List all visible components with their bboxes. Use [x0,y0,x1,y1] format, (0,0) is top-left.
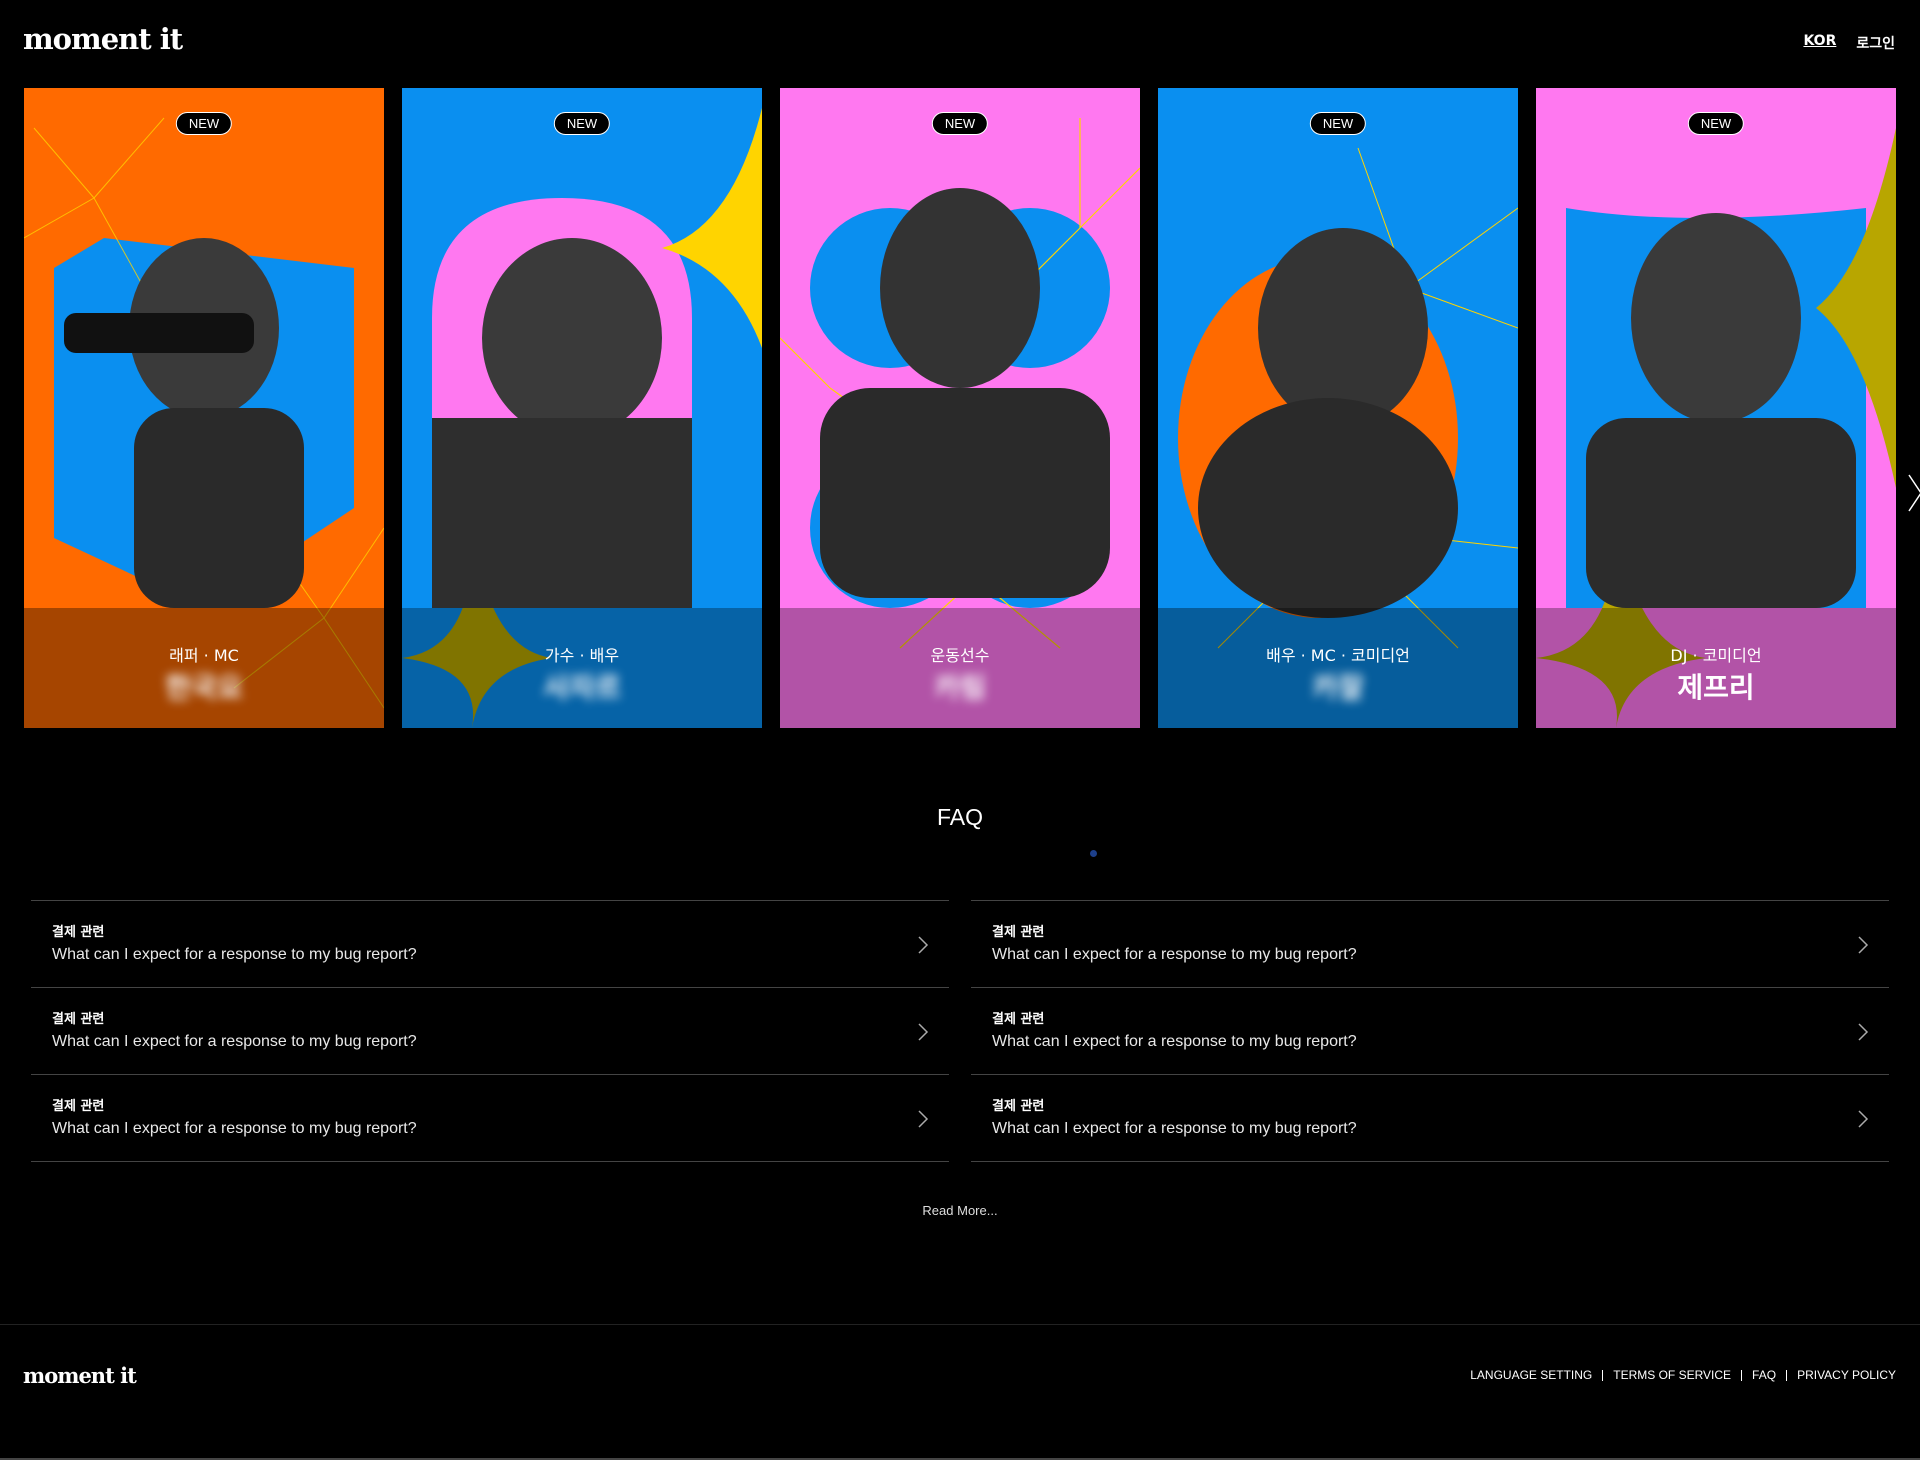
faq-question: What can I expect for a response to my b… [992,946,1357,963]
card-name: 한국요 [165,671,243,704]
card-artwork [1536,88,1896,728]
faq-category: 결제 관련 [992,1012,1045,1027]
card-artwork [1158,88,1518,728]
faq-category: 결제 관련 [52,1012,105,1027]
footer-separator [1786,1369,1788,1381]
faq-category: 결제 관련 [992,925,1045,940]
faq-question: What can I expect for a response to my b… [52,946,417,963]
celebrity-card[interactable]: NEW DJ · 코미디언 제프리 [1536,88,1896,728]
card-name: 사자르 [543,671,621,704]
chevron-right-icon [1858,1023,1869,1041]
card-artwork [402,88,762,728]
terms-of-service-link[interactable]: TERMS OF SERVICE [1613,1368,1731,1382]
faq-question: What can I expect for a response to my b… [52,1033,417,1050]
faq-list-right: 결제 관련 What can I expect for a response t… [971,900,1889,1162]
card-roles: 가수 · 배우 [544,646,620,665]
card-artwork [24,88,384,728]
faq-item[interactable]: 결제 관련 What can I expect for a response t… [971,1075,1889,1162]
footer-links: LANGUAGE SETTING TERMS OF SERVICE FAQ PR… [1470,1368,1896,1382]
new-badge: NEW [175,112,233,135]
card-roles: 배우 · MC · 코미디언 [1266,646,1410,665]
celebrity-carousel: NEW 래퍼 · MC 한국요 NEW 가수 · 배우 사자르 NEW 운동선수… [24,88,1920,728]
footer-separator [1602,1369,1604,1381]
pagination-dot[interactable] [1090,850,1097,857]
celebrity-card[interactable]: NEW 가수 · 배우 사자르 [402,88,762,728]
chevron-right-icon [1858,936,1869,954]
chevron-right-icon [1858,1110,1869,1128]
celebrity-card[interactable]: NEW 배우 · MC · 코미디언 카잘 [1158,88,1518,728]
footer-divider [0,1324,1920,1325]
faq-item[interactable]: 결제 관련 What can I expect for a response t… [31,988,949,1075]
faq-item[interactable]: 결제 관련 What can I expect for a response t… [971,988,1889,1075]
faq-category: 결제 관련 [992,1099,1045,1114]
privacy-policy-link[interactable]: PRIVACY POLICY [1797,1368,1896,1382]
card-name: 제프리 [1677,671,1755,704]
new-badge: NEW [553,112,611,135]
chevron-right-icon [918,1110,929,1128]
language-link[interactable]: KOR [1803,33,1836,53]
chevron-right-icon [918,936,929,954]
celebrity-card[interactable]: NEW 운동선수 카림 [780,88,1140,728]
card-roles: 래퍼 · MC [169,646,239,665]
new-badge: NEW [1687,112,1745,135]
faq-list-left: 결제 관련 What can I expect for a response t… [31,900,949,1162]
faq-question: What can I expect for a response to my b… [992,1120,1357,1137]
new-badge: NEW [1309,112,1367,135]
faq-category: 결제 관련 [52,925,105,940]
faq-question: What can I expect for a response to my b… [992,1033,1357,1050]
card-roles: DJ · 코미디언 [1670,646,1762,665]
carousel-next-icon[interactable] [1905,473,1920,513]
chevron-right-icon [918,1023,929,1041]
card-roles: 운동선수 [930,646,990,665]
celebrity-card[interactable]: NEW 래퍼 · MC 한국요 [24,88,384,728]
faq-link[interactable]: FAQ [1752,1368,1776,1382]
read-more-link[interactable]: Read More... [0,1203,1920,1218]
faq-category: 결제 관련 [52,1099,105,1114]
login-link[interactable]: 로그인 [1856,33,1895,53]
faq-item[interactable]: 결제 관련 What can I expect for a response t… [971,901,1889,988]
faq-item[interactable]: 결제 관련 What can I expect for a response t… [31,901,949,988]
language-setting-link[interactable]: LANGUAGE SETTING [1470,1368,1592,1382]
card-artwork [780,88,1140,728]
new-badge: NEW [931,112,989,135]
header-nav: KOR 로그인 [1803,33,1895,53]
card-name: 카잘 [1312,671,1364,704]
header: moment it KOR 로그인 [0,0,1920,88]
footer-logo[interactable]: moment it [23,1363,137,1388]
faq-question: What can I expect for a response to my b… [52,1120,417,1137]
faq-item[interactable]: 결제 관련 What can I expect for a response t… [31,1075,949,1162]
faq-title: FAQ [936,804,983,830]
footer-separator [1741,1369,1743,1381]
logo[interactable]: moment it [23,22,183,56]
card-name: 카림 [934,671,986,704]
